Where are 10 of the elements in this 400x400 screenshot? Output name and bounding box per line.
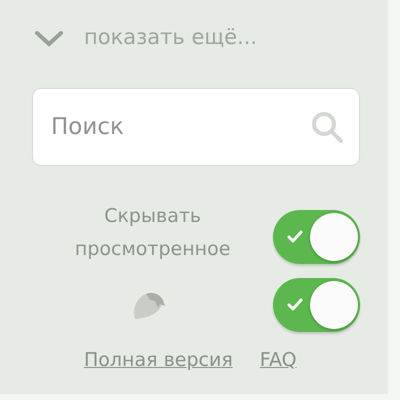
- footer-link[interactable]: Полная версия: [84, 346, 233, 374]
- toggle-switch[interactable]: [273, 278, 360, 332]
- show-more-button[interactable]: показать ещё...: [34, 22, 258, 54]
- check-icon: [287, 298, 304, 310]
- footer-link[interactable]: FAQ: [260, 346, 297, 374]
- check-icon: [287, 230, 304, 242]
- search-field[interactable]: Поиск: [32, 88, 360, 166]
- search-icon[interactable]: [310, 110, 344, 144]
- toggle-label: Скрывать просмотренное: [74, 204, 232, 262]
- toggle-switch[interactable]: [273, 210, 360, 264]
